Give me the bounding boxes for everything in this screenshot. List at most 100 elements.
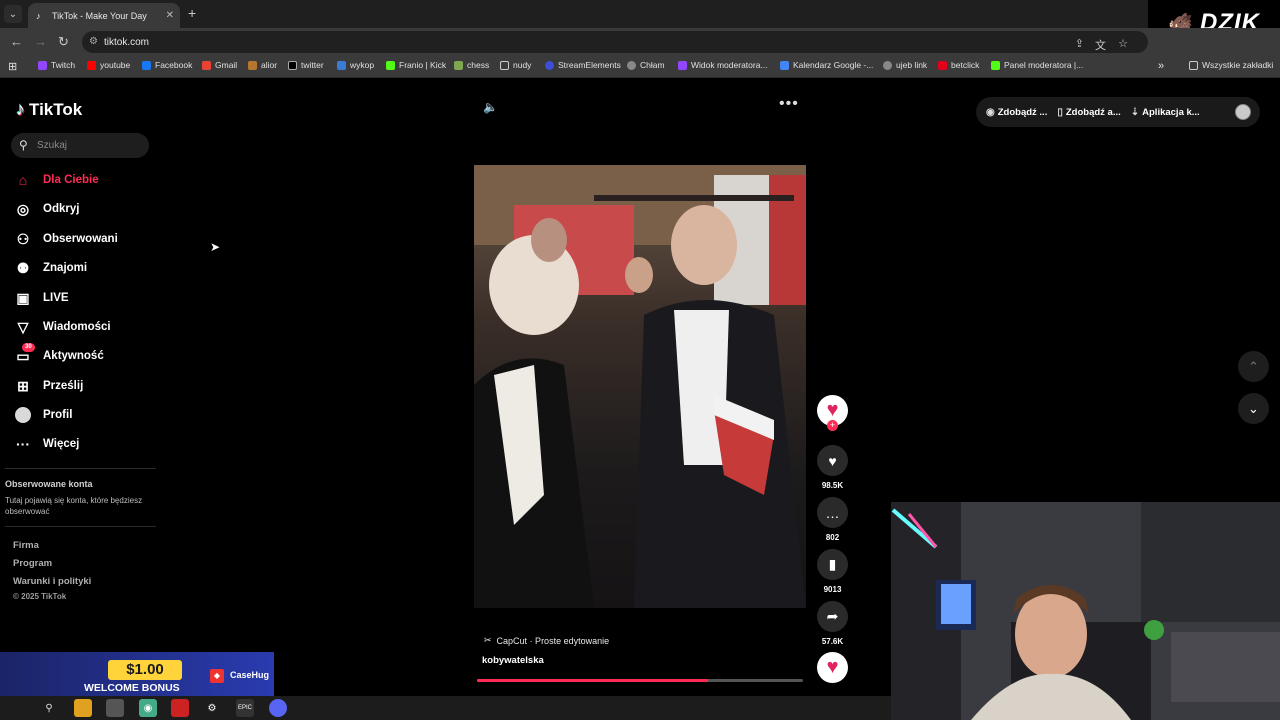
gmail-icon bbox=[202, 60, 211, 70]
tab-search-icon[interactable]: ⌄ bbox=[4, 5, 22, 23]
video-player[interactable] bbox=[474, 165, 806, 608]
followed-accounts-title: Obserwowane konta bbox=[5, 479, 93, 489]
file-explorer-icon[interactable] bbox=[74, 699, 92, 717]
bookmark-label: chess bbox=[467, 60, 490, 70]
footer-terms-link[interactable]: Warunki i polityki bbox=[13, 576, 91, 587]
new-tab-icon[interactable]: + bbox=[188, 5, 196, 21]
bookmark-label: Facebook bbox=[155, 60, 193, 70]
footer-program-link[interactable]: Program bbox=[13, 558, 52, 569]
home-icon: ⌂ bbox=[18, 172, 28, 188]
nav-more[interactable]: ··· Więcej bbox=[14, 434, 79, 454]
previous-video-button[interactable]: ⌃ bbox=[1238, 351, 1269, 382]
capcut-icon: ✂ bbox=[484, 635, 492, 645]
bookmark-chlam[interactable]: Chłam bbox=[627, 60, 665, 70]
more-options-icon[interactable]: ••• bbox=[779, 95, 799, 113]
install-app-icon[interactable]: ⇪ bbox=[1075, 37, 1084, 50]
bookmark-label: Wszystkie zakładki bbox=[1202, 60, 1274, 70]
bookmark-chess[interactable]: chess bbox=[454, 60, 489, 70]
comment-button[interactable]: … bbox=[817, 497, 848, 528]
nav-following[interactable]: ⚇ Obserwowani bbox=[14, 229, 118, 249]
nav-for-you[interactable]: ⌂ Dla Ciebie bbox=[14, 170, 99, 190]
video-author[interactable]: kobywatelska bbox=[482, 655, 544, 666]
more-icon: ··· bbox=[16, 436, 30, 452]
search-input[interactable]: ⚲ Szukaj bbox=[11, 133, 149, 158]
comment-count: 802 bbox=[825, 533, 840, 542]
music-disc-icon[interactable]: ♥ bbox=[817, 652, 848, 683]
nav-label: Obserwowani bbox=[43, 233, 118, 245]
user-avatar[interactable] bbox=[1235, 104, 1251, 120]
next-video-button[interactable]: ⌄ bbox=[1238, 393, 1269, 424]
nav-label: Dla Ciebie bbox=[43, 174, 99, 186]
bookmark-betclick[interactable]: betclick bbox=[938, 60, 979, 70]
url-text: tiktok.com bbox=[104, 36, 150, 48]
apps-grid-icon[interactable]: ⊞ bbox=[8, 60, 17, 73]
nav-messages[interactable]: ▽ Wiadomości bbox=[14, 317, 111, 337]
app-icon[interactable] bbox=[106, 699, 124, 717]
streamer-webcam-overlay bbox=[891, 502, 1280, 720]
get-app-button[interactable]: ▯ Zdobądź a... bbox=[1057, 107, 1120, 118]
bookmark-gmail[interactable]: Gmail bbox=[202, 60, 237, 70]
bookmark-twitter[interactable]: twitter bbox=[288, 60, 324, 70]
taskbar-search-icon[interactable]: ⚲ bbox=[40, 699, 58, 717]
nav-profile[interactable]: Profil bbox=[14, 405, 72, 425]
video-effect-tag[interactable]: ✂ CapCut · Proste edytowanie bbox=[484, 635, 609, 646]
all-bookmarks-folder[interactable]: Wszystkie zakładki bbox=[1189, 60, 1273, 70]
bookmark-panel-moderatora[interactable]: Panel moderatora |... bbox=[991, 60, 1083, 70]
bookmark-wykop[interactable]: wykop bbox=[337, 60, 374, 70]
button-label: Zdobądź a... bbox=[1065, 106, 1121, 118]
button-label: Zdobądź ... bbox=[997, 106, 1048, 118]
sidebar-divider bbox=[5, 526, 156, 527]
bookmark-youtube[interactable]: youtube bbox=[87, 60, 130, 70]
like-button[interactable]: ♥ bbox=[817, 445, 848, 476]
volume-icon[interactable]: 🔈 bbox=[483, 100, 498, 114]
back-icon[interactable]: ← bbox=[10, 34, 23, 49]
bookmark-label: wykop bbox=[350, 60, 375, 70]
translate-icon[interactable]: 文 bbox=[1095, 37, 1106, 53]
bookmark-ujeb-link[interactable]: ujeb link bbox=[883, 60, 927, 70]
effect-label: CapCut · Proste edytowanie bbox=[496, 635, 610, 646]
share-button[interactable]: ➦ bbox=[817, 601, 848, 632]
comment-icon: … bbox=[825, 504, 840, 521]
follow-plus-icon[interactable]: + bbox=[827, 420, 838, 431]
settings-icon[interactable]: ⚙ bbox=[203, 699, 221, 717]
epic-games-icon[interactable]: EPIC bbox=[236, 699, 254, 717]
search-placeholder: Szukaj bbox=[37, 140, 68, 151]
nav-activity[interactable]: ▭ 30 Aktywność bbox=[14, 342, 104, 366]
reload-icon[interactable]: ↻ bbox=[58, 34, 69, 50]
tab-close-icon[interactable]: ✕ bbox=[166, 10, 174, 21]
folder-icon bbox=[1189, 60, 1198, 70]
bookmark-facebook[interactable]: Facebook bbox=[142, 60, 192, 70]
globe-icon bbox=[883, 60, 892, 70]
search-icon[interactable]: ⚲ bbox=[19, 138, 28, 152]
desktop-app-button[interactable]: ⇣ Aplikacja k... bbox=[1131, 107, 1200, 118]
nav-upload[interactable]: ⊞ Prześlij bbox=[14, 376, 83, 396]
chrome-icon[interactable]: ◉ bbox=[139, 699, 157, 717]
logo-text: TikTok bbox=[29, 99, 83, 119]
discord-icon[interactable] bbox=[269, 699, 287, 717]
nav-live[interactable]: ▣ LIVE bbox=[14, 288, 68, 308]
get-coins-button[interactable]: ◉ Zdobądź ... bbox=[986, 107, 1047, 118]
browser-tab-active[interactable]: ♪ TikTok - Make Your Day ✕ bbox=[28, 3, 180, 28]
save-button[interactable]: ▮ bbox=[817, 549, 848, 580]
bookmark-folder-nudy[interactable]: nudy bbox=[500, 60, 531, 70]
app-icon[interactable] bbox=[171, 699, 189, 717]
bookmark-kick[interactable]: Franio | Kick bbox=[386, 60, 446, 70]
nav-friends[interactable]: ⚉ Znajomi bbox=[14, 258, 87, 278]
nav-explore[interactable]: ◎ Odkryj bbox=[14, 199, 80, 219]
bookmark-twitch[interactable]: Twitch bbox=[38, 60, 75, 70]
site-info-icon[interactable]: ⚙ bbox=[89, 36, 98, 47]
forward-icon[interactable]: → bbox=[34, 34, 47, 49]
activity-badge: 30 bbox=[22, 342, 35, 352]
bookmark-label: Widok moderatora... bbox=[691, 60, 768, 70]
tiktok-logo[interactable]: ♪ TikTok bbox=[16, 99, 82, 120]
footer-company-link[interactable]: Firma bbox=[13, 540, 39, 551]
bookmark-widok-moderatora[interactable]: Widok moderatora... bbox=[678, 60, 768, 70]
bookmark-alior[interactable]: alior bbox=[248, 60, 277, 70]
url-input[interactable]: ⚙ tiktok.com ⇪ 文 ☆ bbox=[82, 31, 1148, 53]
video-progress-bar[interactable] bbox=[477, 679, 803, 682]
bookmark-streamelements[interactable]: StreamElements bbox=[545, 60, 621, 70]
bookmark-label: youtube bbox=[100, 60, 131, 70]
bookmark-kalendarz[interactable]: Kalendarz Google -... bbox=[780, 60, 873, 70]
bookmarks-overflow-icon[interactable]: » bbox=[1158, 60, 1164, 72]
bookmark-star-icon[interactable]: ☆ bbox=[1118, 37, 1128, 50]
